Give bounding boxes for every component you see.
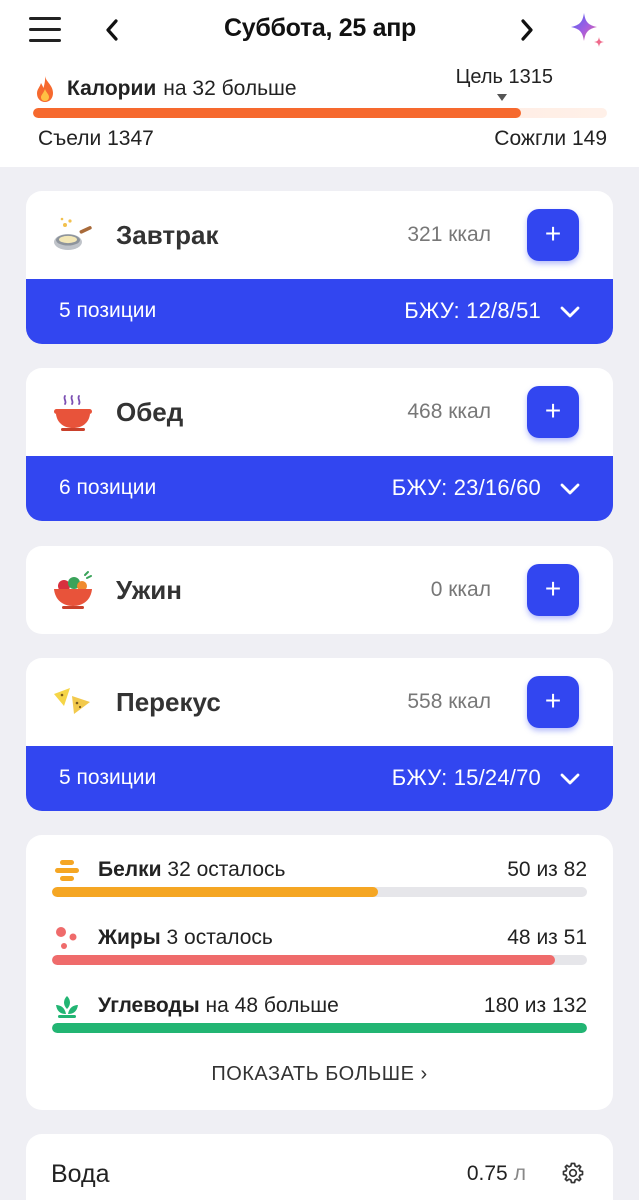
ai-sparkle-icon[interactable] (567, 10, 609, 52)
chevron-right-icon (521, 19, 533, 41)
meal-macros: БЖУ: 23/16/60 (391, 475, 541, 500)
meal-name: Ужин (116, 575, 182, 605)
water-unit: л (513, 1162, 526, 1185)
meal-calories: 468 ккал (407, 400, 491, 423)
meal-card-lunch[interactable]: Обед 468 ккал + 6 позиции БЖУ: 23/16/60 (26, 368, 613, 521)
calorie-progress-fill (33, 108, 521, 118)
salad-bowl-icon (54, 571, 92, 609)
meal-card-snack[interactable]: Перекус 558 ккал + 5 позиции БЖУ: 15/24/… (26, 658, 613, 811)
macro-value: 180 из 132 (483, 994, 587, 1017)
goal-marker-icon (497, 94, 507, 101)
meal-items-expander[interactable]: 5 позиции БЖУ: 12/8/51 (26, 279, 613, 344)
meal-items-expander[interactable]: 5 позиции БЖУ: 15/24/70 (26, 746, 613, 811)
previous-day-button[interactable] (98, 12, 126, 48)
water-amount: 0.75 (466, 1162, 508, 1185)
meal-calories: 321 ккал (407, 223, 491, 246)
calories-status: Калории на 32 больше (33, 74, 297, 104)
meal-name: Перекус (116, 687, 221, 717)
show-more-button[interactable]: ПОКАЗАТЬ БОЛЬШЕ › (26, 1063, 613, 1086)
calorie-progress-bar (33, 108, 607, 118)
macro-progress-fill (52, 887, 379, 897)
macro-progress-bar (52, 887, 587, 897)
chevron-down-icon (560, 773, 580, 785)
meal-card-dinner[interactable]: Ужин 0 ккал + (26, 546, 613, 634)
chevron-right-icon: › (420, 1063, 428, 1085)
macro-name: Белки (98, 858, 162, 881)
add-food-button[interactable]: + (527, 676, 579, 728)
macro-progress-fill (52, 1023, 587, 1033)
show-more-label: ПОКАЗАТЬ БОЛЬШЕ (211, 1063, 415, 1085)
macro-progress-bar (52, 955, 587, 965)
soup-bowl-icon (54, 395, 92, 431)
fat-icon (56, 927, 77, 949)
calorie-goal: Цель 1315 (455, 66, 553, 88)
meal-macros: БЖУ: 12/8/51 (404, 298, 541, 323)
add-food-button[interactable]: + (527, 209, 579, 261)
chevron-down-icon (560, 306, 580, 318)
nachos-icon (54, 688, 90, 714)
meal-name: Обед (116, 397, 184, 427)
macro-value: 50 из 82 (507, 858, 587, 881)
macro-status: 3 осталось (166, 926, 273, 949)
macro-status: 32 осталось (167, 858, 286, 881)
meal-macros: БЖУ: 15/24/70 (391, 765, 541, 790)
menu-icon[interactable] (29, 14, 61, 46)
calories-burned: Сожгли 149 (494, 127, 607, 150)
carbs-icon (56, 996, 78, 1018)
meal-items-expander[interactable]: 6 позиции БЖУ: 23/16/60 (26, 456, 613, 521)
calories-difference: на 32 больше (163, 77, 297, 100)
daily-summary-header: Суббота, 25 апр Калории на 32 больше Цел… (0, 0, 639, 167)
macro-progress-fill (52, 955, 555, 965)
gear-icon[interactable] (561, 1161, 585, 1185)
water-card[interactable]: Вода 0.75 л (26, 1134, 613, 1200)
next-day-button[interactable] (513, 12, 541, 48)
calories-label: Калории (67, 77, 157, 100)
add-food-button[interactable]: + (527, 386, 579, 438)
protein-icon (55, 860, 79, 881)
pan-icon (54, 217, 92, 250)
fire-icon (37, 76, 53, 102)
add-food-button[interactable]: + (527, 564, 579, 616)
meal-items-count: 5 позиции (59, 766, 157, 789)
chevron-down-icon (560, 483, 580, 495)
macro-progress-bar (52, 1023, 587, 1033)
water-title: Вода (51, 1160, 110, 1188)
macro-status: на 48 больше (205, 994, 339, 1017)
macro-name: Жиры (98, 926, 161, 949)
meal-name: Завтрак (116, 220, 219, 250)
macro-name: Углеводы (98, 994, 200, 1017)
meal-items-count: 6 позиции (59, 476, 157, 499)
macros-card: Белки 32 осталось 50 из 82 Жиры 3 остало… (26, 835, 613, 1110)
macro-value: 48 из 51 (507, 926, 587, 949)
meal-calories: 0 ккал (430, 578, 491, 601)
meal-calories: 558 ккал (407, 690, 491, 713)
meal-items-count: 5 позиции (59, 299, 157, 322)
chevron-left-icon (106, 19, 118, 41)
calories-eaten: Съели 1347 (38, 127, 154, 150)
meal-card-breakfast[interactable]: Завтрак 321 ккал + 5 позиции БЖУ: 12/8/5… (26, 191, 613, 344)
page-title[interactable]: Суббота, 25 апр (160, 14, 480, 43)
